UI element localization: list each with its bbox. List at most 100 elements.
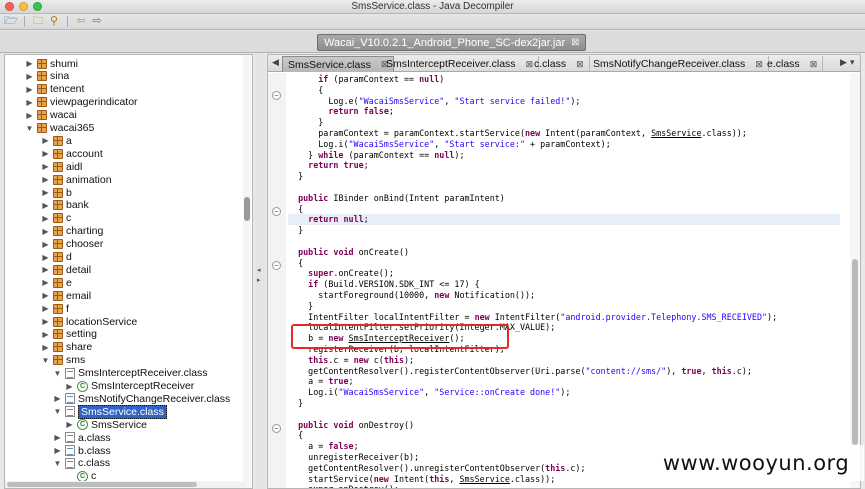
folder-icon[interactable]: 🗀 (31, 15, 45, 28)
tree-item[interactable]: ▶ a.class (53, 431, 110, 444)
pane-splitter[interactable]: ◂ ▸ (255, 54, 265, 489)
collapsed-arrow-icon[interactable]: ▶ (41, 162, 50, 171)
code-line[interactable]: } (288, 225, 840, 236)
code-line[interactable]: public IBinder onBind(Intent paramIntent… (288, 193, 840, 204)
tree-item[interactable]: ▶ wacai (25, 109, 76, 122)
tree-item[interactable]: ▶ c (41, 212, 71, 225)
tree-item[interactable]: ▶ tencent (25, 83, 84, 96)
code-line[interactable]: this.c = new c(this); (288, 355, 840, 366)
code-line[interactable]: public void onCreate() (288, 247, 840, 258)
editor-tab[interactable]: e.class ⊠ (762, 56, 824, 72)
code-line[interactable]: Log.e("WacaiSmsService", "Start service … (288, 96, 840, 107)
collapsed-arrow-icon[interactable]: ▶ (65, 420, 74, 429)
collapsed-arrow-icon[interactable]: ▶ (41, 291, 50, 300)
close-icon[interactable]: ⊠ (810, 59, 818, 70)
code-line[interactable]: Log.i("WacaiSmsService", "Start service:… (288, 139, 840, 150)
code-line[interactable]: { (288, 204, 840, 215)
tree-item[interactable]: ▶ locationService (41, 315, 137, 328)
tree-item[interactable]: ▼ SmsService.class (53, 404, 167, 419)
close-icon[interactable]: ⊠ (576, 59, 584, 70)
tree-item[interactable]: ▶ shumi (25, 57, 78, 70)
code-line[interactable]: b = new SmsInterceptReceiver(); (288, 333, 840, 344)
code-line[interactable]: startForeground(10000, new Notification(… (288, 290, 840, 301)
tree-item[interactable]: ▶ SmsNotifyChangeReceiver.class (53, 392, 230, 405)
collapsed-arrow-icon[interactable]: ▶ (41, 188, 50, 197)
collapsed-arrow-icon[interactable]: ▶ (41, 330, 50, 339)
tree-item[interactable]: ▶ share (41, 341, 92, 354)
fold-icon[interactable]: − (272, 424, 281, 433)
code-line[interactable]: a = true; (288, 376, 840, 387)
code-line[interactable]: super.onCreate(); (288, 268, 840, 279)
collapsed-arrow-icon[interactable]: ▶ (41, 227, 50, 236)
tree-item[interactable]: ▶ chooser (41, 238, 103, 251)
forward-arrow-icon[interactable]: ⇨ (90, 15, 104, 28)
tree-item[interactable]: ▶ C SmsInterceptReceiver (65, 380, 194, 393)
code-line[interactable]: { (288, 430, 840, 441)
code-line[interactable]: Log.i("WacaiSmsService", "Service::onCre… (288, 387, 840, 398)
collapsed-arrow-icon[interactable]: ▶ (53, 446, 62, 455)
tree-item[interactable]: ▶ C SmsService (65, 418, 147, 431)
tree-item[interactable]: ▶ viewpagerindicator (25, 96, 137, 109)
fold-icon[interactable]: − (272, 207, 281, 216)
code-line[interactable]: IntentFilter localIntentFilter = new Int… (288, 312, 840, 323)
collapsed-arrow-icon[interactable]: ▶ (41, 201, 50, 210)
editor-tab[interactable]: c.class ⊠ (529, 56, 590, 72)
file-tab[interactable]: Wacai_V10.0.2.1_Android_Phone_SC-dex2jar… (317, 34, 586, 51)
collapsed-arrow-icon[interactable]: ▶ (25, 98, 34, 107)
code-line[interactable]: localIntentFilter.setPriority(Integer.MA… (288, 322, 840, 333)
expand-right-icon[interactable]: ▸ (257, 276, 261, 284)
code-line[interactable] (288, 236, 840, 247)
tree-item[interactable]: ▶ f (41, 302, 69, 315)
collapsed-arrow-icon[interactable]: ▶ (41, 136, 50, 145)
tree-item[interactable]: ▶ setting (41, 328, 97, 341)
tree-item[interactable]: ▶ bank (41, 199, 88, 212)
collapsed-arrow-icon[interactable]: ▶ (41, 175, 50, 184)
code-line[interactable]: if (Build.VERSION.SDK_INT <= 17) { (288, 279, 840, 290)
code-line[interactable]: } (288, 301, 840, 312)
tree-item[interactable]: ▼ wacai365 (25, 122, 95, 135)
collapsed-arrow-icon[interactable]: ▶ (41, 343, 50, 352)
code-line[interactable]: return null; (288, 214, 840, 226)
collapsed-arrow-icon[interactable]: ▶ (65, 382, 74, 391)
collapsed-arrow-icon[interactable]: ▶ (41, 253, 50, 262)
expanded-arrow-icon[interactable]: ▼ (53, 459, 62, 468)
tree-item[interactable]: ▶ e (41, 276, 71, 289)
tree-item[interactable]: ▶ b.class (53, 444, 110, 457)
tree-scroll-thumb[interactable] (244, 197, 250, 221)
editor-tab[interactable]: SmsNotifyChangeReceiver.class ⊠ (588, 56, 769, 72)
fold-icon[interactable]: − (272, 91, 281, 100)
expanded-arrow-icon[interactable]: ▼ (53, 407, 62, 416)
editor-tab[interactable]: SmsInterceptReceiver.class ⊠ (381, 56, 540, 72)
search-icon[interactable]: ⚲ (47, 15, 61, 28)
code-line[interactable]: if (paramContext == null) (288, 74, 840, 85)
code-line[interactable]: getContentResolver().registerContentObse… (288, 366, 840, 377)
expanded-arrow-icon[interactable]: ▼ (41, 356, 50, 365)
tree-item[interactable]: ▼ sms (41, 354, 86, 367)
editor-tab[interactable]: SmsService.class ⊠ (282, 56, 395, 72)
collapsed-arrow-icon[interactable]: ▶ (41, 149, 50, 158)
collapsed-arrow-icon[interactable]: ▶ (25, 85, 34, 94)
code-line[interactable] (288, 182, 840, 193)
code-line[interactable]: super.onDestroy(); (288, 484, 840, 488)
tree-item[interactable]: ▶ a (41, 134, 71, 147)
collapsed-arrow-icon[interactable]: ▶ (41, 265, 50, 274)
expanded-arrow-icon[interactable]: ▼ (25, 124, 34, 133)
collapse-left-icon[interactable]: ◂ (257, 266, 261, 274)
tree-item[interactable]: ▶ detail (41, 263, 91, 276)
tree-item[interactable]: ▶ b (41, 186, 71, 199)
collapsed-arrow-icon[interactable]: ▶ (41, 317, 50, 326)
fold-icon[interactable]: − (272, 261, 281, 270)
tree-item[interactable]: ▶ email (41, 289, 91, 302)
tree-item[interactable]: ▶ sina (25, 70, 69, 83)
editor-scroll-thumb[interactable] (852, 259, 858, 445)
tree-item[interactable]: ▶ d (41, 251, 71, 264)
code-line[interactable]: } (288, 171, 840, 182)
tree-item[interactable]: ▶ aidl (41, 160, 82, 173)
collapsed-arrow-icon[interactable]: ▶ (41, 278, 50, 287)
tree-item[interactable]: ▶ account (41, 147, 102, 160)
code-line[interactable]: } (288, 117, 840, 128)
tree-hscroll-thumb[interactable] (7, 482, 197, 487)
collapsed-arrow-icon[interactable]: ▶ (41, 240, 50, 249)
source-code[interactable]: if (paramContext == null) { Log.e("Wacai… (288, 73, 840, 488)
tree-item[interactable]: ▶ animation (41, 173, 111, 186)
